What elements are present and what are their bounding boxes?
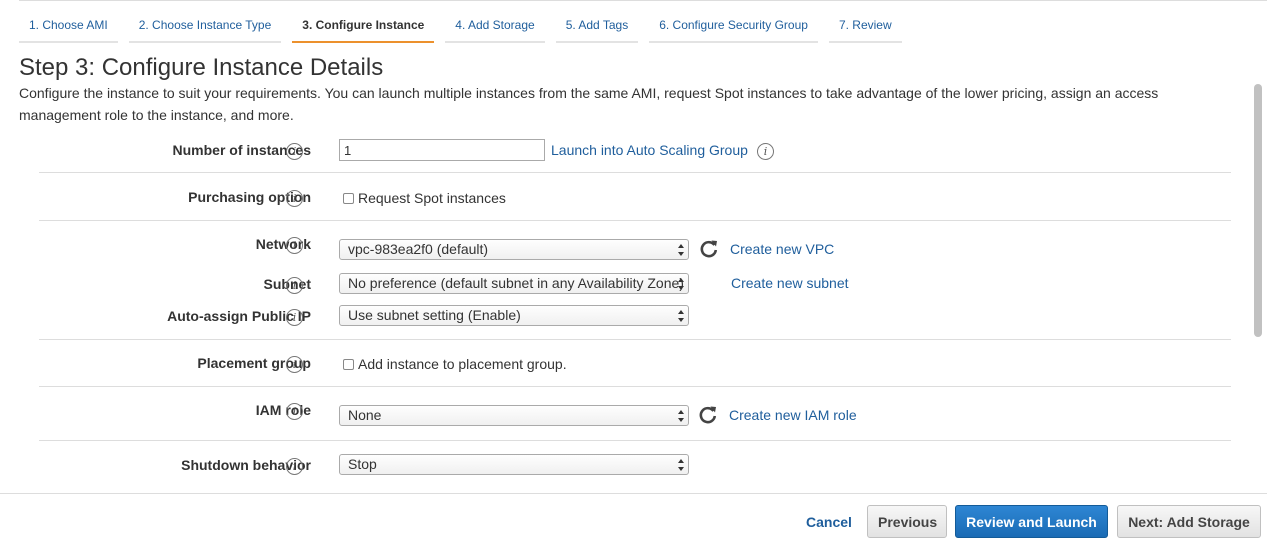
updown-arrows-icon <box>678 310 684 322</box>
divider <box>39 440 1231 441</box>
info-icon[interactable]: i <box>286 143 303 160</box>
next-add-storage-button[interactable]: Next: Add Storage <box>1117 505 1261 538</box>
updown-arrows-icon <box>678 244 684 256</box>
iam-role-select-value: None <box>348 407 382 423</box>
page-title: Step 3: Configure Instance Details <box>19 54 384 81</box>
info-icon[interactable]: i <box>757 143 774 160</box>
tab-choose-ami[interactable]: 1. Choose AMI <box>19 1 118 43</box>
placement-group-checkbox[interactable] <box>343 358 354 370</box>
info-icon[interactable]: i <box>286 309 303 326</box>
number-of-instances-input[interactable] <box>339 139 545 161</box>
divider <box>39 220 1231 221</box>
row-shutdown-behavior: Shutdown behavior i Stop <box>39 451 1231 481</box>
refresh-icon[interactable] <box>699 238 719 258</box>
request-spot-label: Request Spot instances <box>358 190 506 206</box>
info-icon[interactable]: i <box>286 403 303 420</box>
shutdown-behavior-select-value: Stop <box>348 456 377 472</box>
info-icon[interactable]: i <box>286 237 303 254</box>
tab-configure-instance[interactable]: 3. Configure Instance <box>292 1 435 43</box>
row-iam-role: IAM role i None Create new IAM role <box>39 396 1231 426</box>
updown-arrows-icon <box>678 459 684 471</box>
cancel-button[interactable]: Cancel <box>796 505 862 538</box>
divider <box>39 339 1231 340</box>
shutdown-behavior-select[interactable]: Stop <box>339 454 689 475</box>
tab-add-storage[interactable]: 4. Add Storage <box>445 1 545 43</box>
divider <box>39 172 1231 173</box>
request-spot-checkbox[interactable] <box>343 192 354 204</box>
row-subnet: Subnet i No preference (default subnet i… <box>39 270 1231 300</box>
previous-button[interactable]: Previous <box>867 505 947 538</box>
info-icon[interactable]: i <box>286 458 303 475</box>
launch-auto-scaling-link[interactable]: Launch into Auto Scaling Group <box>551 142 748 158</box>
info-icon[interactable]: i <box>286 277 303 294</box>
divider <box>39 386 1231 387</box>
updown-arrows-icon <box>678 410 684 422</box>
row-placement-group: Placement group i Add instance to placem… <box>39 349 1231 379</box>
network-select[interactable]: vpc-983ea2f0 (default) <box>339 239 689 260</box>
tab-configure-security-group[interactable]: 6. Configure Security Group <box>649 1 818 43</box>
subnet-select-value: No preference (default subnet in any Ava… <box>348 275 684 291</box>
wizard-tabs: 1. Choose AMI 2. Choose Instance Type 3.… <box>19 0 1267 43</box>
auto-assign-public-ip-value: Use subnet setting (Enable) <box>348 307 521 323</box>
tab-choose-instance-type[interactable]: 2. Choose Instance Type <box>128 1 282 43</box>
refresh-icon[interactable] <box>698 404 718 424</box>
row-purchasing-option: Purchasing option i Request Spot instanc… <box>39 183 1231 213</box>
auto-assign-public-ip-select[interactable]: Use subnet setting (Enable) <box>339 305 689 326</box>
scrollbar-thumb[interactable] <box>1254 84 1262 337</box>
iam-role-select[interactable]: None <box>339 405 689 426</box>
tab-add-tags[interactable]: 5. Add Tags <box>555 1 639 43</box>
info-icon[interactable]: i <box>286 190 303 207</box>
placement-group-checkbox-wrap[interactable]: Add instance to placement group. <box>343 356 567 372</box>
request-spot-checkbox-wrap[interactable]: Request Spot instances <box>343 190 506 206</box>
info-icon[interactable]: i <box>286 356 303 373</box>
network-select-value: vpc-983ea2f0 (default) <box>348 241 489 257</box>
row-auto-assign-public-ip: Auto-assign Public IP i Use subnet setti… <box>39 302 1231 332</box>
review-and-launch-button[interactable]: Review and Launch <box>955 505 1108 538</box>
wizard-footer: Cancel Previous Review and Launch Next: … <box>0 493 1267 542</box>
subnet-select[interactable]: No preference (default subnet in any Ava… <box>339 273 689 294</box>
page-intro: Configure the instance to suit your requ… <box>19 85 1159 123</box>
row-network: Network i vpc-983ea2f0 (default) Create … <box>39 230 1231 260</box>
placement-group-checkbox-label: Add instance to placement group. <box>358 356 567 372</box>
create-new-subnet-link[interactable]: Create new subnet <box>731 275 849 291</box>
create-new-iam-role-link[interactable]: Create new IAM role <box>729 407 857 423</box>
row-number-of-instances: Number of instances i Launch into Auto S… <box>39 136 1231 166</box>
tab-review[interactable]: 7. Review <box>828 1 902 43</box>
create-new-vpc-link[interactable]: Create new VPC <box>730 241 834 257</box>
updown-arrows-icon <box>678 278 684 290</box>
page-scrollbar[interactable] <box>1253 84 1263 493</box>
